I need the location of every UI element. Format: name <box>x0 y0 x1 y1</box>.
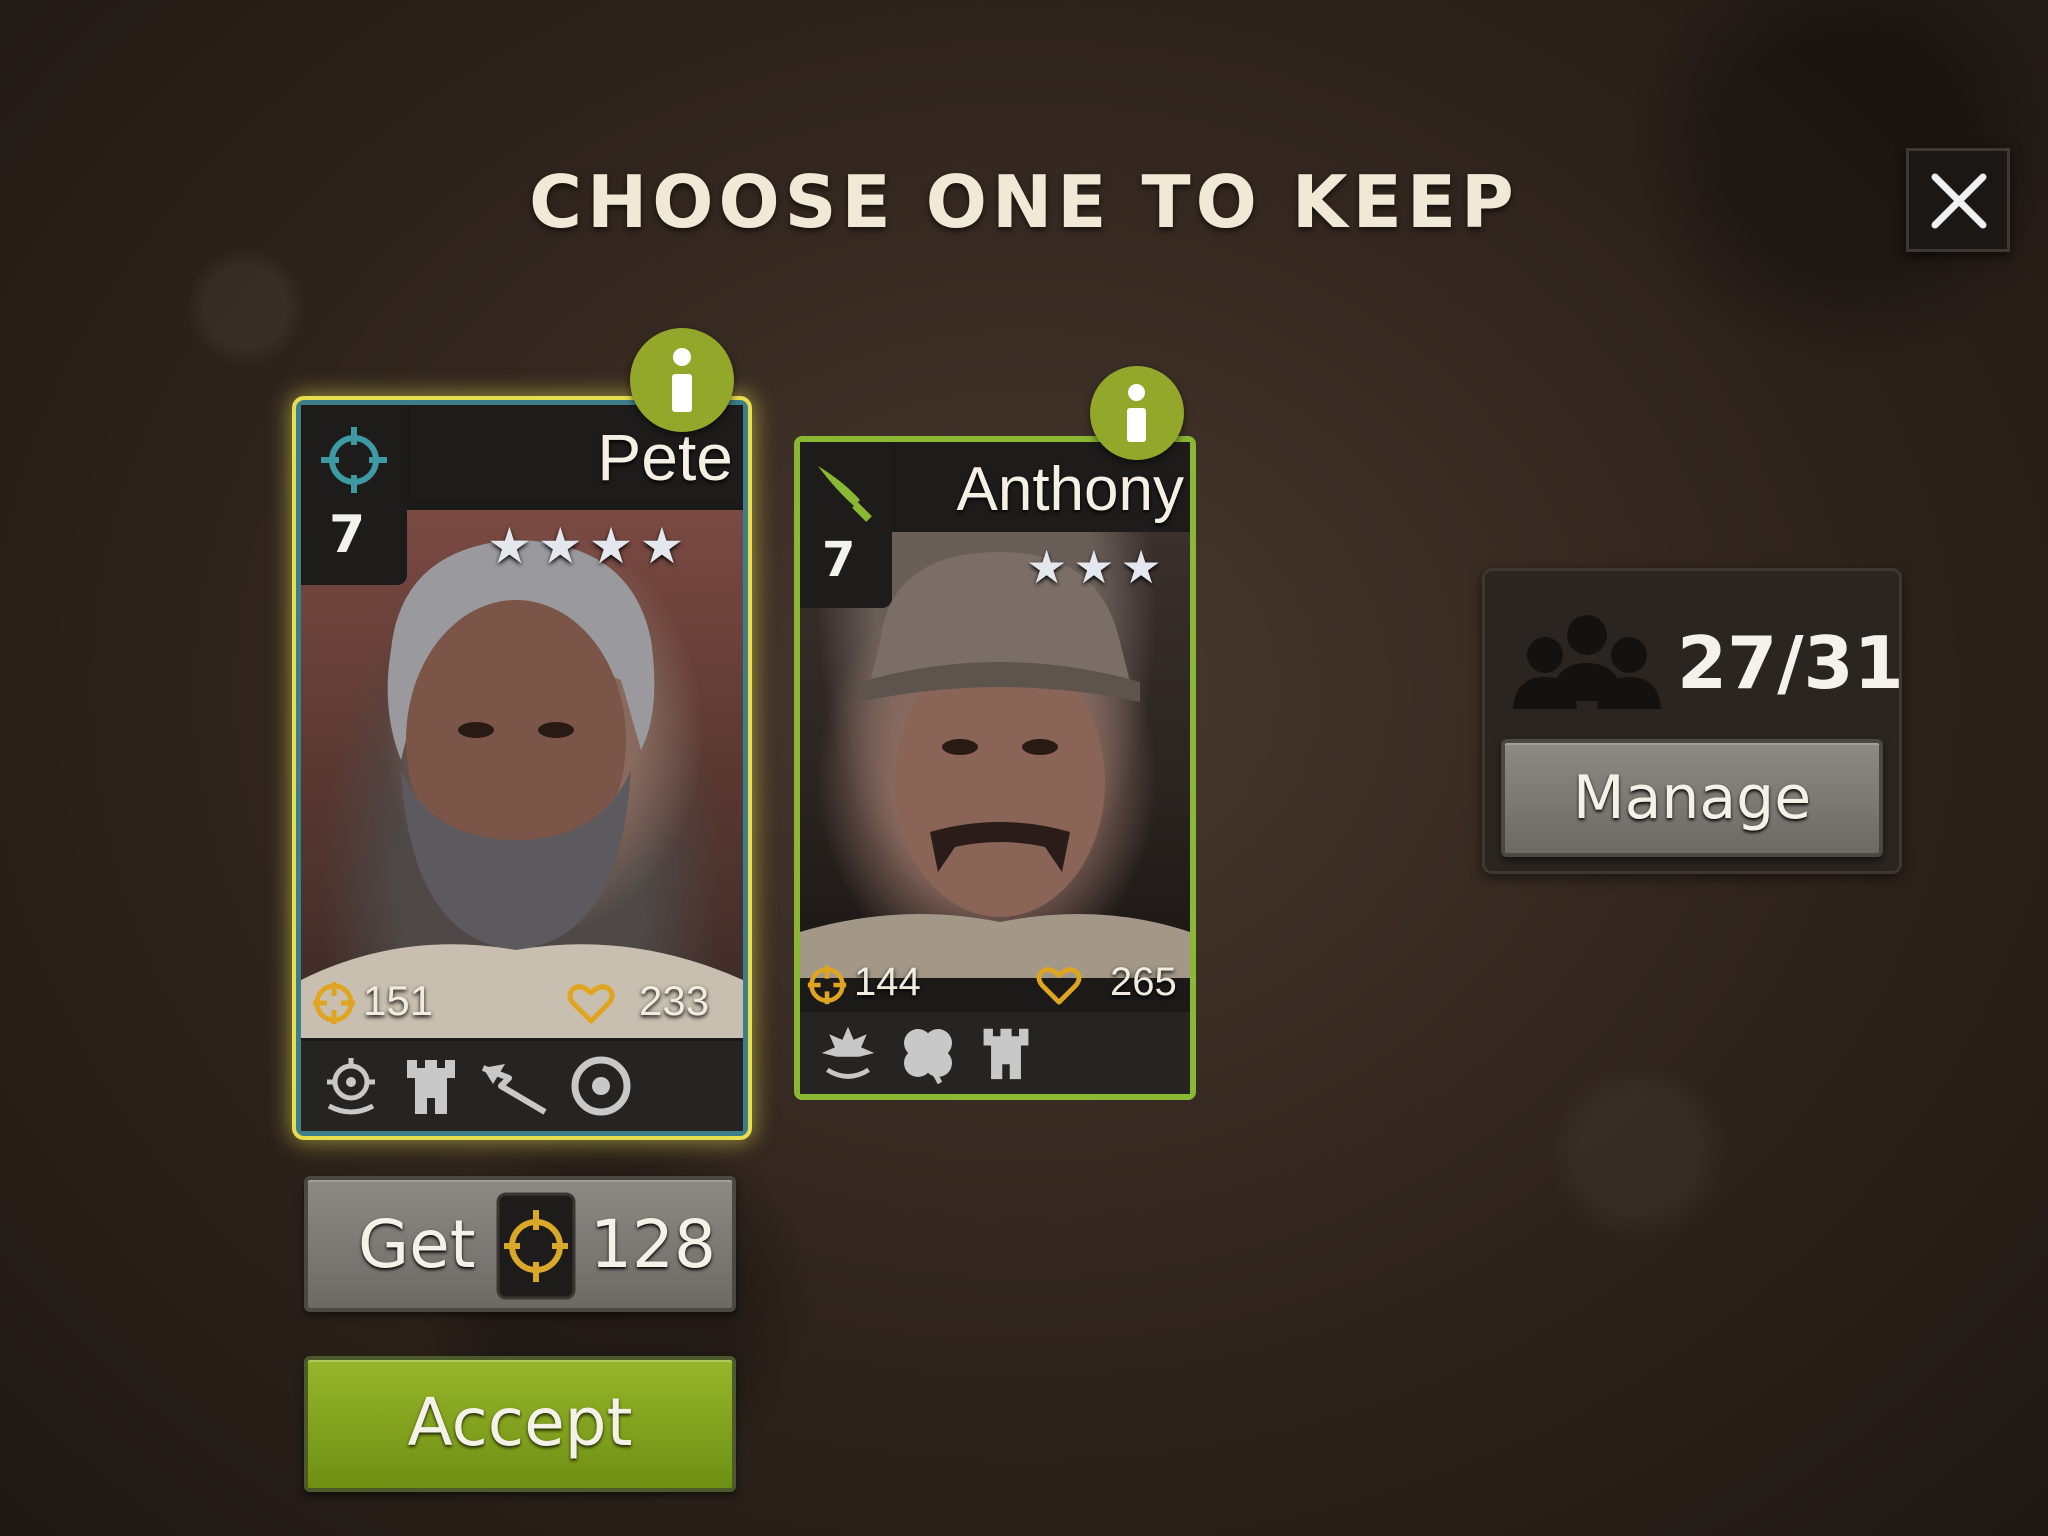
star-rating: ★ ★ ★ ★ <box>487 517 684 575</box>
info-icon-dot <box>673 348 691 366</box>
ricochet-arrow-icon <box>481 1064 547 1115</box>
star-icon: ★ <box>1026 540 1068 594</box>
accept-button[interactable]: Accept <box>304 1356 736 1492</box>
crosshair-token-icon <box>496 1192 576 1300</box>
health-value: 233 <box>639 977 710 1024</box>
star-icon: ★ <box>588 517 634 575</box>
portrait-figure <box>301 540 743 1038</box>
manage-button[interactable]: Manage <box>1501 739 1883 857</box>
survivor-portrait <box>301 510 743 1038</box>
survivor-name: Anthony <box>956 455 1184 524</box>
info-icon-stem <box>1127 408 1146 442</box>
info-icon-dot <box>1128 384 1145 401</box>
class-level-box: 7 <box>301 405 407 585</box>
roster-count: 27/31 <box>1677 621 1904 705</box>
star-rating: ★ ★ ★ <box>1026 540 1162 594</box>
get-button-label: Get <box>358 1206 476 1283</box>
survivor-level: 7 <box>822 532 856 588</box>
star-icon: ★ <box>487 517 532 575</box>
health-heart-icon <box>1036 967 1082 1005</box>
survivors-group-icon <box>1513 615 1661 709</box>
info-button-anthony[interactable] <box>1090 366 1184 460</box>
roster-panel: 27/31 Manage <box>1482 568 1904 874</box>
tower-icon <box>407 1060 455 1114</box>
manage-button-label: Manage <box>1572 763 1812 833</box>
attack-icon <box>807 965 847 1005</box>
attack-value: 144 <box>854 960 921 1004</box>
burst-swap-icon <box>821 1026 875 1079</box>
info-icon-stem <box>672 374 692 412</box>
star-icon: ★ <box>639 517 685 575</box>
target-swap-icon <box>327 1058 375 1115</box>
trait-bar <box>800 1012 1190 1094</box>
clover-icon <box>904 1029 952 1085</box>
star-icon: ★ <box>537 517 583 575</box>
accept-button-label: Accept <box>407 1384 633 1461</box>
star-icon: ★ <box>1073 540 1115 594</box>
get-button-amount: 128 <box>590 1206 716 1283</box>
attack-icon <box>313 982 355 1024</box>
survivor-name: Pete <box>597 420 733 494</box>
star-icon: ★ <box>1120 540 1162 594</box>
bullseye-icon <box>571 1056 631 1116</box>
crosshair-icon <box>321 427 387 493</box>
close-icon <box>1931 173 1987 229</box>
health-heart-icon <box>567 984 615 1024</box>
tower-icon <box>983 1028 1029 1080</box>
survivor-card-anthony[interactable]: Anthony 7 ★ ★ ★ 144 265 <box>794 436 1196 1100</box>
close-button[interactable] <box>1906 148 2010 252</box>
survivor-card-pete[interactable]: Pete 7 ★ ★ ★ ★ 151 233 <box>296 400 748 1136</box>
get-button[interactable]: Get 128 <box>304 1176 736 1312</box>
attack-value: 151 <box>363 977 434 1024</box>
trait-bar <box>301 1041 743 1131</box>
info-button-pete[interactable] <box>630 328 734 432</box>
machete-icon <box>818 466 872 522</box>
page-title: CHOOSE ONE TO KEEP <box>529 160 1519 244</box>
class-level-box: 7 <box>800 442 892 608</box>
health-value: 265 <box>1110 960 1177 1004</box>
survivor-level: 7 <box>329 505 366 565</box>
